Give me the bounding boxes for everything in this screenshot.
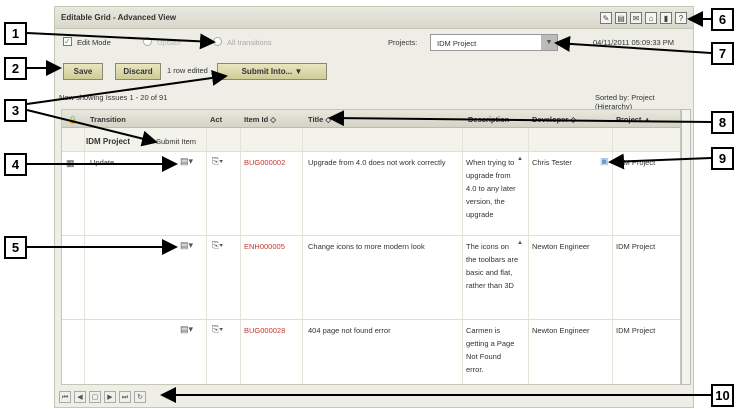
callout-arrows	[26, 11, 712, 403]
